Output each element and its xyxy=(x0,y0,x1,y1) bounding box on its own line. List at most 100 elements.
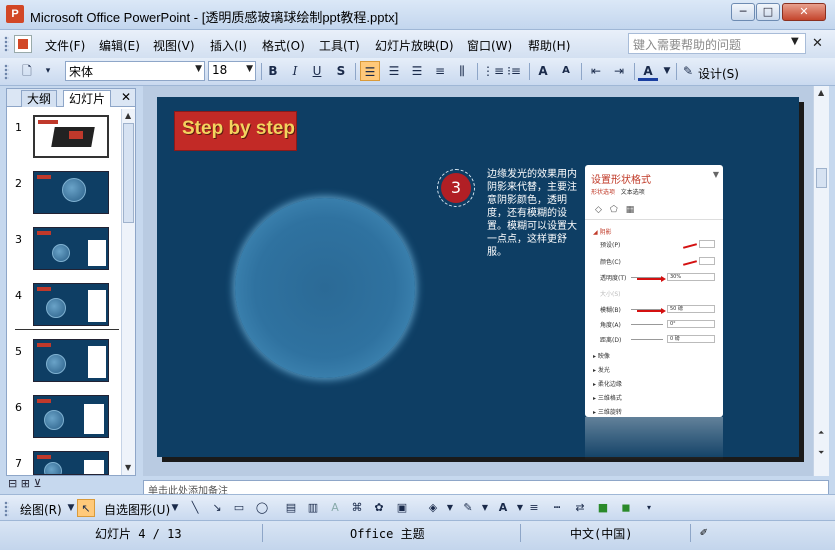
notes-pane[interactable]: 单击此处添加备注 xyxy=(143,480,829,494)
decrease-font-icon[interactable]: A xyxy=(556,61,576,81)
menu-edit[interactable]: 编辑(E) xyxy=(99,37,140,54)
decrease-indent-icon[interactable]: ⇤ xyxy=(586,61,606,81)
menu-insert[interactable]: 插入(I) xyxy=(210,37,247,54)
slides-scrollbar[interactable]: ▲ ▼ xyxy=(121,109,135,475)
draw-menu-button[interactable]: 绘图(R) xyxy=(20,501,62,518)
tab-slides[interactable]: 幻灯片 xyxy=(63,90,112,107)
line-color-icon[interactable]: ✎ xyxy=(459,499,477,517)
menubar-grip-icon[interactable] xyxy=(4,36,9,52)
fill-color-dropdown-icon[interactable]: ▼ xyxy=(441,499,459,517)
drawbar-grip-icon[interactable] xyxy=(4,501,9,517)
shadow-button[interactable]: S xyxy=(331,61,351,81)
new-document-icon[interactable]: 🗋 xyxy=(17,61,37,81)
bullet-list-icon[interactable]: ⁝≡ xyxy=(504,61,524,81)
previous-slide-icon[interactable]: ⏶ xyxy=(818,428,824,438)
slideshow-view-icon[interactable]: ⊻ xyxy=(33,477,41,490)
column-align-icon[interactable]: ⫼ xyxy=(452,61,472,81)
align-left-icon[interactable]: ☰ xyxy=(360,61,380,81)
menu-help[interactable]: 帮助(H) xyxy=(528,37,570,54)
scroll-up-icon[interactable]: ▲ xyxy=(818,88,824,97)
glass-ball-shape[interactable] xyxy=(235,198,415,378)
ellipse-tool-icon[interactable]: ◯ xyxy=(253,499,271,517)
font-color-dropdown-icon[interactable]: ▼ xyxy=(657,61,677,81)
line-style-icon[interactable]: ≡ xyxy=(525,499,543,517)
menu-tools[interactable]: 工具(T) xyxy=(319,37,360,54)
menu-view[interactable]: 视图(V) xyxy=(153,37,195,54)
increase-font-icon[interactable]: A xyxy=(533,61,553,81)
maximize-button[interactable]: □ xyxy=(756,3,780,21)
menu-file[interactable]: 文件(F) xyxy=(45,37,85,54)
normal-view-icon[interactable]: ⊟ xyxy=(8,477,17,490)
font-color-icon[interactable]: A xyxy=(494,499,512,517)
toolbar-grip-icon[interactable] xyxy=(4,64,9,80)
align-right-icon[interactable]: ☰ xyxy=(407,61,427,81)
font-color-icon[interactable]: A xyxy=(638,61,658,81)
slide-thumbnail-6[interactable] xyxy=(33,395,109,438)
shadow-style-icon[interactable]: ■ xyxy=(594,499,612,517)
picture-icon[interactable]: ▣ xyxy=(393,499,411,517)
design-icon[interactable]: ✎ xyxy=(678,61,698,81)
powerpoint-app-icon[interactable]: P xyxy=(6,5,24,23)
slide-thumbnail-5[interactable] xyxy=(33,339,109,382)
increase-indent-icon[interactable]: ⇥ xyxy=(609,61,629,81)
font-name-combo[interactable]: 宋体 ▼ xyxy=(65,61,205,81)
minimize-button[interactable]: ─ xyxy=(731,3,755,21)
diagram-icon[interactable]: ⌘ xyxy=(348,499,366,517)
step-description[interactable]: 边缘发光的效果用内阴影来代替，主要注意阴影颜色，透明度，还有模糊的设置。模糊可以… xyxy=(487,168,579,259)
line-tool-icon[interactable]: ╲ xyxy=(186,499,204,517)
fill-color-icon[interactable]: ◈ xyxy=(424,499,442,517)
rectangle-tool-icon[interactable]: ▭ xyxy=(230,499,248,517)
slide-thumbnail-2[interactable] xyxy=(33,171,109,214)
toolbar-separator xyxy=(355,63,356,80)
menu-format[interactable]: 格式(O) xyxy=(262,37,305,54)
line-color-dropdown-icon[interactable]: ▼ xyxy=(476,499,494,517)
slide-thumbnail-4[interactable] xyxy=(33,283,109,326)
arrow-style-icon[interactable]: ⇄ xyxy=(571,499,589,517)
3d-style-icon[interactable]: ◼ xyxy=(617,499,635,517)
slide-sorter-icon[interactable]: ⊞ xyxy=(21,477,30,490)
slide-scrollbar[interactable]: ▲ ⏶ ⏷ xyxy=(813,86,829,476)
clip-art-icon[interactable]: ✿ xyxy=(370,499,388,517)
toolbar-options-icon[interactable]: ▾ xyxy=(640,499,658,517)
numbered-list-icon[interactable]: ⋮≡ xyxy=(482,61,504,81)
arrow-tool-icon[interactable]: ↘ xyxy=(208,499,226,517)
vertical-textbox-icon[interactable]: ▥ xyxy=(304,499,322,517)
chevron-down-icon[interactable]: ▼ xyxy=(246,64,253,74)
slide-thumbnail-3[interactable] xyxy=(33,227,109,270)
scrollbar-thumb[interactable] xyxy=(816,168,827,188)
align-center-icon[interactable]: ☰ xyxy=(384,61,404,81)
panel-close-icon[interactable]: ✕ xyxy=(121,90,131,104)
menu-window[interactable]: 窗口(W) xyxy=(467,37,512,54)
format-shape-pane-image[interactable]: 设置形状格式 ▼ 形状选项 文本选项 ◇⬠▦ ◢ 阴影 预设(P) 颜色(C) … xyxy=(585,165,723,417)
underline-button[interactable]: U xyxy=(307,61,327,81)
italic-button[interactable]: I xyxy=(285,61,305,81)
menu-slideshow[interactable]: 幻灯片放映(D) xyxy=(375,37,454,54)
scroll-up-icon[interactable]: ▲ xyxy=(125,111,131,120)
chevron-down-icon[interactable]: ▼ xyxy=(195,64,202,74)
font-size-combo[interactable]: 18 ▼ xyxy=(208,61,256,81)
bold-button[interactable]: B xyxy=(263,61,283,81)
tab-outline[interactable]: 大纲 xyxy=(21,90,58,107)
spelling-check-icon[interactable]: ✐ xyxy=(700,525,707,539)
chevron-down-icon[interactable]: ▼ xyxy=(166,499,184,517)
step-number[interactable]: 3 xyxy=(441,173,471,203)
toolbar-options-icon[interactable]: ▾ xyxy=(38,61,58,81)
textbox-tool-icon[interactable]: ▤ xyxy=(282,499,300,517)
slide-thumbnail-1[interactable] xyxy=(33,115,109,158)
document-close-icon[interactable]: ✕ xyxy=(812,36,823,51)
slide-thumbnail-7[interactable] xyxy=(33,451,109,475)
close-button[interactable]: ✕ xyxy=(782,3,826,21)
document-control-icon[interactable] xyxy=(14,35,32,53)
wordart-icon[interactable]: A xyxy=(326,499,344,517)
select-pointer-icon[interactable]: ↖ xyxy=(77,499,95,517)
next-slide-icon[interactable]: ⏷ xyxy=(818,448,824,458)
scrollbar-thumb[interactable] xyxy=(123,123,134,223)
justify-icon[interactable]: ≡ xyxy=(430,61,450,81)
scroll-down-icon[interactable]: ▼ xyxy=(125,463,131,472)
thumb-ball xyxy=(46,354,66,374)
design-button[interactable]: 设计(S) xyxy=(698,65,739,82)
help-search-input[interactable]: 键入需要帮助的问题 xyxy=(628,33,806,54)
dash-style-icon[interactable]: ┅ xyxy=(548,499,566,517)
autoshapes-button[interactable]: 自选图形(U) xyxy=(104,501,170,518)
help-dropdown-icon[interactable]: ▼ xyxy=(791,36,799,47)
